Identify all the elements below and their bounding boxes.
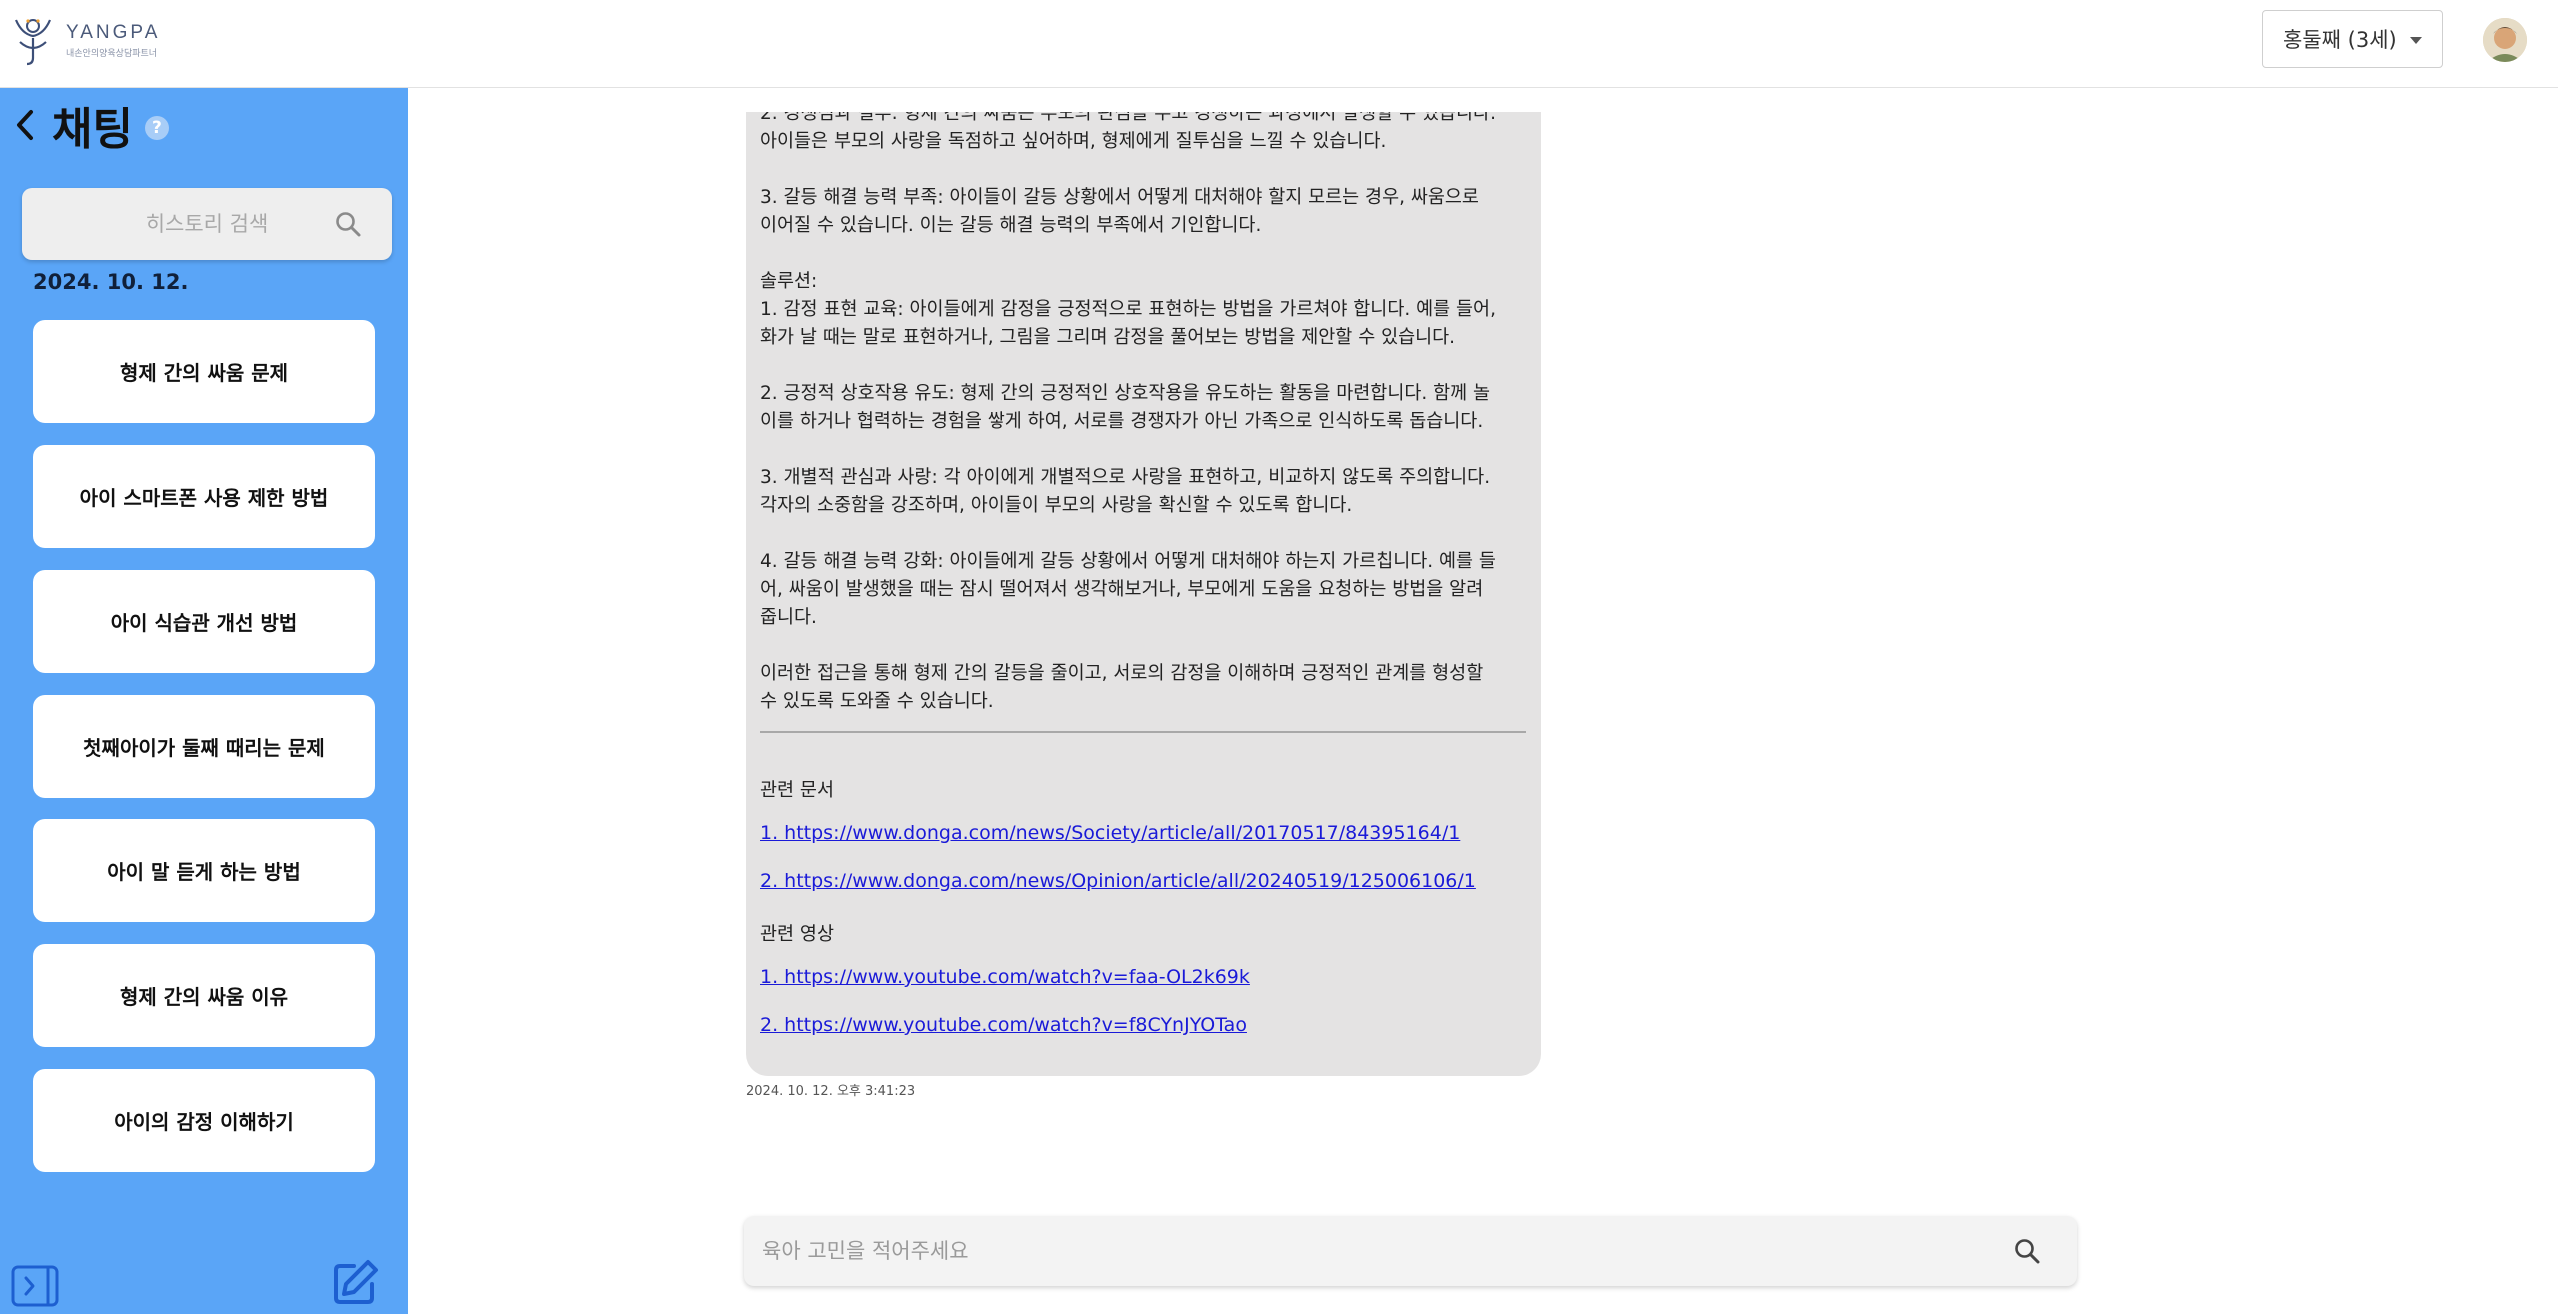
chat-input-box bbox=[744, 1216, 2077, 1286]
history-item[interactable]: 아이 스마트폰 사용 제한 방법 bbox=[33, 445, 375, 548]
logo-subtitle: 내손안의양육상담파트너 bbox=[66, 48, 158, 59]
history-item[interactable]: 형제 간의 싸움 문제 bbox=[33, 320, 375, 423]
logo-mark-icon bbox=[14, 19, 52, 66]
message-divider bbox=[760, 731, 1526, 733]
back-chevron-icon[interactable] bbox=[10, 105, 40, 145]
history-item-label: 형제 간의 싸움 문제 bbox=[119, 361, 289, 385]
sidebar: 채팅 ? 2024. 10. 12. 형제 간의 싸움 문제 아이 스마트폰 사… bbox=[0, 88, 408, 1314]
history-search-box bbox=[22, 188, 392, 260]
avatar[interactable] bbox=[2483, 18, 2527, 62]
child-select-value: 홍둘째 (3세) bbox=[2283, 28, 2397, 52]
search-icon[interactable] bbox=[2013, 1237, 2041, 1265]
history-date-label: 2024. 10. 12. bbox=[33, 270, 189, 294]
history-item[interactable]: 형제 간의 싸움 이유 bbox=[33, 944, 375, 1047]
related-doc-link[interactable]: 1. https://www.donga.com/news/Society/ar… bbox=[760, 822, 1460, 844]
history-item-label: 아이 스마트폰 사용 제한 방법 bbox=[79, 486, 329, 510]
caret-down-icon bbox=[2410, 37, 2422, 44]
top-header: YANGPA 내손안의양육상담파트너 홍둘째 (3세) bbox=[0, 0, 2558, 88]
history-item[interactable]: 아이 식습관 개선 방법 bbox=[33, 570, 375, 673]
history-item-label: 아이 말 듣게 하는 방법 bbox=[107, 860, 301, 884]
history-search-input[interactable] bbox=[87, 212, 327, 236]
logo-name: YANGPA bbox=[66, 21, 161, 43]
related-docs-heading: 관련 문서 bbox=[760, 780, 834, 801]
sidebar-header: 채팅 ? bbox=[10, 100, 169, 155]
help-icon[interactable]: ? bbox=[144, 116, 169, 140]
app-logo[interactable]: YANGPA 내손안의양육상담파트너 bbox=[8, 12, 160, 68]
history-item[interactable]: 아이의 감정 이해하기 bbox=[33, 1069, 375, 1172]
assistant-message-bubble: 2. 경쟁심과 질투: 형제 간의 싸움은 부모의 관심을 두고 경쟁하는 과정… bbox=[746, 112, 1541, 1076]
sidebar-toggle-icon[interactable] bbox=[10, 1264, 60, 1308]
child-select-dropdown[interactable]: 홍둘째 (3세) bbox=[2262, 10, 2443, 68]
related-video-link[interactable]: 2. https://www.youtube.com/watch?v=f8CYn… bbox=[760, 1014, 1247, 1036]
history-item-label: 아이의 감정 이해하기 bbox=[114, 1110, 294, 1134]
history-item[interactable]: 첫째아이가 둘째 때리는 문제 bbox=[33, 695, 375, 798]
search-icon[interactable] bbox=[334, 210, 362, 238]
related-video-link[interactable]: 1. https://www.youtube.com/watch?v=faa-O… bbox=[760, 966, 1250, 988]
chat-input[interactable] bbox=[762, 1234, 1962, 1268]
message-body: 2. 경쟁심과 질투: 형제 간의 싸움은 부모의 관심을 두고 경쟁하는 과정… bbox=[760, 112, 1496, 712]
page-title: 채팅 bbox=[52, 104, 133, 155]
history-item-label: 형제 간의 싸움 이유 bbox=[119, 985, 289, 1009]
new-chat-edit-icon[interactable] bbox=[330, 1258, 380, 1308]
avatar-icon bbox=[2483, 18, 2527, 62]
message-timestamp: 2024. 10. 12. 오후 3:41:23 bbox=[746, 1084, 916, 1099]
history-item[interactable]: 아이 말 듣게 하는 방법 bbox=[33, 819, 375, 922]
related-videos-heading: 관련 영상 bbox=[760, 924, 834, 945]
history-item-label: 아이 식습관 개선 방법 bbox=[110, 611, 298, 635]
history-item-label: 첫째아이가 둘째 때리는 문제 bbox=[83, 736, 325, 760]
related-doc-link[interactable]: 2. https://www.donga.com/news/Opinion/ar… bbox=[760, 870, 1476, 892]
